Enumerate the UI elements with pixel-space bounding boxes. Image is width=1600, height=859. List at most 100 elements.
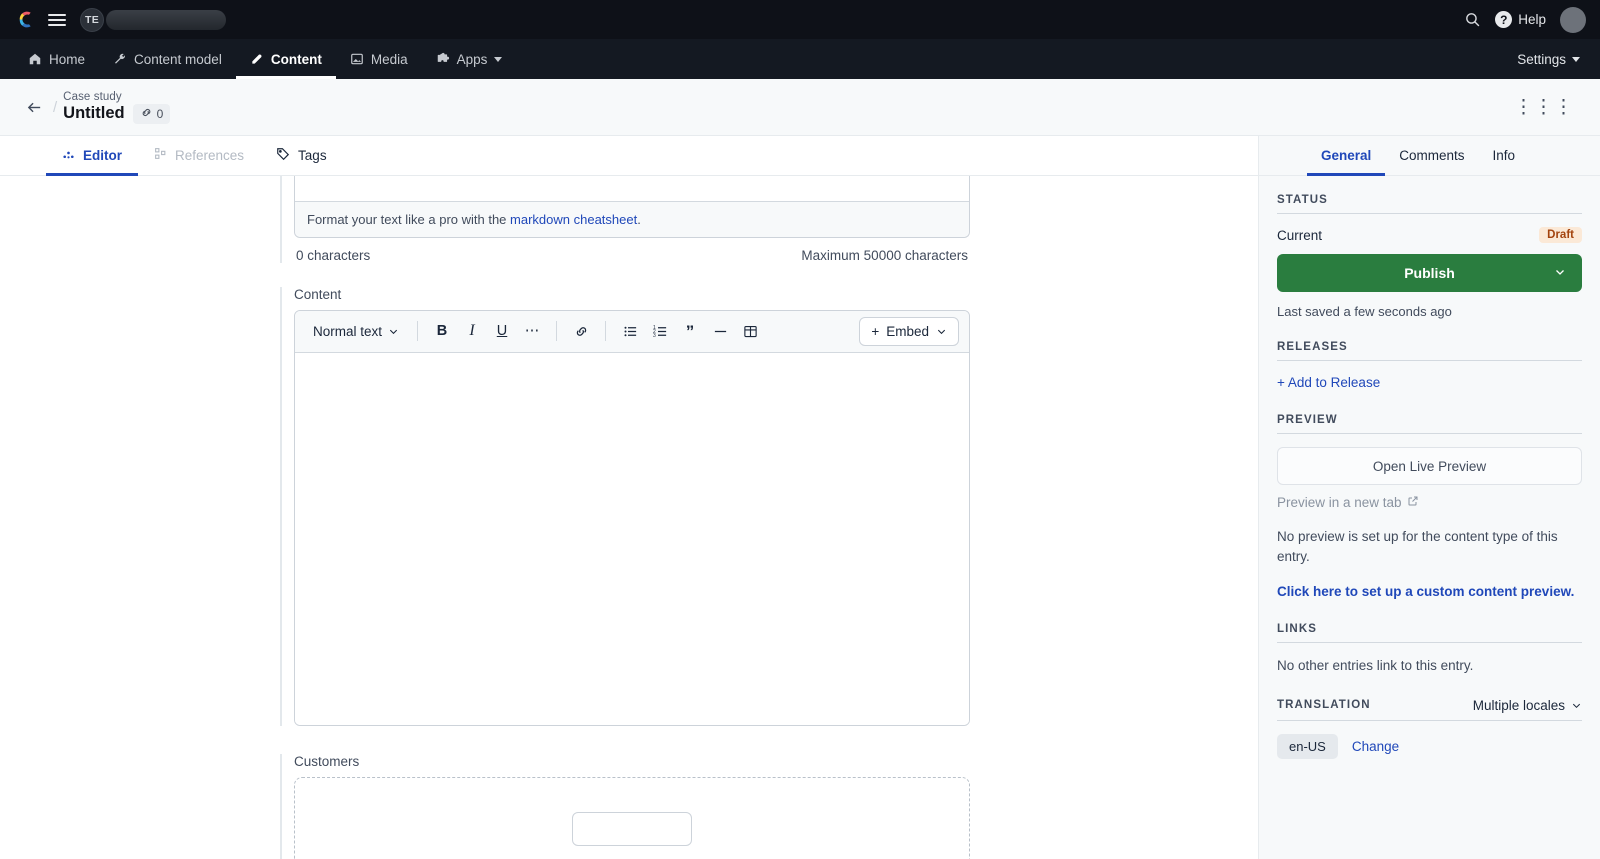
chevron-down-icon bbox=[1572, 703, 1581, 708]
tab-tags[interactable]: Tags bbox=[260, 136, 343, 175]
publish-button[interactable]: Publish bbox=[1277, 254, 1582, 292]
field-customers: Customers bbox=[270, 753, 970, 859]
workspace-name-pill[interactable] bbox=[106, 9, 226, 30]
tag-icon bbox=[276, 147, 290, 164]
text-style-select[interactable]: Normal text bbox=[305, 320, 407, 343]
nav-label: Content model bbox=[134, 51, 222, 67]
more-formats-button[interactable]: ⋯ bbox=[518, 317, 546, 345]
markdown-editor[interactable]: Format your text like a pro with the mar… bbox=[294, 175, 970, 238]
page-title: Untitled bbox=[63, 104, 125, 122]
releases-section-heading: RELEASES bbox=[1277, 341, 1582, 361]
bold-button[interactable]: B bbox=[428, 317, 456, 345]
entry-fields-scroll[interactable]: Format your text like a pro with the mar… bbox=[0, 175, 1258, 859]
editor-icon bbox=[62, 147, 75, 163]
help-label: Help bbox=[1518, 12, 1546, 27]
ordered-list-button[interactable]: 1 2 3 bbox=[646, 317, 674, 345]
main-editor-column: Editor References Tags Format your text … bbox=[0, 136, 1258, 859]
plus-icon: + bbox=[871, 323, 880, 339]
markdown-help-suffix: . bbox=[637, 211, 641, 227]
back-button[interactable] bbox=[20, 93, 49, 122]
rich-text-editor[interactable]: Normal text B I U ⋯ 1 2 3 ” + Embed bbox=[294, 309, 970, 726]
nav-item-content-model[interactable]: Content model bbox=[99, 39, 236, 79]
entry-title-row: Untitled 0 bbox=[63, 103, 171, 124]
status-badge: Draft bbox=[1539, 227, 1582, 243]
locales-select[interactable]: Multiple locales bbox=[1473, 698, 1582, 713]
chevron-down-icon bbox=[389, 329, 398, 334]
quote-button[interactable]: ” bbox=[676, 317, 704, 345]
nav-label: Home bbox=[49, 51, 86, 67]
nav-item-home[interactable]: Home bbox=[14, 39, 99, 79]
rich-text-canvas[interactable] bbox=[295, 352, 969, 725]
sidebar-tab-info[interactable]: Info bbox=[1479, 136, 1530, 175]
rich-text-toolbar: Normal text B I U ⋯ 1 2 3 ” + Embed bbox=[295, 310, 969, 353]
org-avatar[interactable]: TE bbox=[80, 7, 104, 32]
links-empty-text: No other entries link to this entry. bbox=[1277, 657, 1474, 673]
question-circle-icon: ? bbox=[1495, 11, 1513, 28]
table-button[interactable] bbox=[736, 317, 764, 345]
sidebar-tab-comments[interactable]: Comments bbox=[1385, 136, 1478, 175]
unordered-list-button[interactable] bbox=[616, 317, 644, 345]
links-badge[interactable]: 0 bbox=[132, 103, 171, 124]
preview-in-new-tab-link[interactable]: Preview in a new tab bbox=[1277, 495, 1419, 510]
translation-section-heading: TRANSLATION Multiple locales bbox=[1277, 698, 1582, 721]
markdown-cheatsheet-link[interactable]: markdown cheatsheet bbox=[510, 212, 637, 227]
tab-label: Tags bbox=[298, 147, 327, 163]
link-button[interactable] bbox=[567, 317, 595, 345]
markdown-help-prefix: Format your text like a pro with the bbox=[307, 211, 511, 227]
help-button[interactable]: ? Help bbox=[1495, 11, 1546, 28]
references-icon bbox=[154, 147, 167, 163]
image-icon bbox=[350, 52, 364, 66]
toolbar-divider bbox=[417, 321, 419, 342]
open-live-preview-label: Open Live Preview bbox=[1372, 458, 1487, 474]
underline-button[interactable]: U bbox=[488, 317, 516, 345]
svg-text:3: 3 bbox=[653, 333, 656, 339]
links-section-heading: LINKS bbox=[1277, 623, 1582, 643]
tab-references[interactable]: References bbox=[138, 136, 260, 175]
change-locale-link[interactable]: Change bbox=[1352, 739, 1399, 754]
open-live-preview-button[interactable]: Open Live Preview bbox=[1277, 447, 1582, 485]
locales-select-value: Multiple locales bbox=[1472, 697, 1565, 713]
ellipsis-icon[interactable]: ⋮⋮⋮ bbox=[1508, 96, 1580, 119]
chevron-down-icon[interactable] bbox=[1554, 265, 1566, 281]
nav-item-content[interactable]: Content bbox=[235, 39, 336, 79]
character-count: 0 characters bbox=[296, 247, 371, 263]
entry-sidebar: General Comments Info STATUS Current Dra… bbox=[1258, 136, 1600, 859]
nav-item-settings[interactable]: Settings bbox=[1511, 52, 1586, 67]
status-section-heading: STATUS bbox=[1277, 194, 1582, 214]
add-content-button[interactable] bbox=[572, 811, 692, 846]
avatar[interactable] bbox=[1560, 6, 1586, 33]
sidebar-tab-label: General bbox=[1321, 148, 1372, 163]
italic-button[interactable]: I bbox=[458, 317, 486, 345]
search-icon[interactable] bbox=[1464, 11, 1481, 28]
setup-content-preview-link[interactable]: Click here to set up a custom content pr… bbox=[1277, 584, 1574, 599]
content-icon bbox=[250, 52, 264, 66]
markdown-textarea[interactable] bbox=[295, 175, 969, 201]
field-label-customers: Customers bbox=[294, 753, 360, 769]
status-current-label: Current bbox=[1277, 227, 1323, 243]
add-to-release-link[interactable]: + Add to Release bbox=[1277, 375, 1380, 390]
nav-item-media[interactable]: Media bbox=[336, 39, 422, 79]
no-preview-text: No preview is set up for the content typ… bbox=[1277, 529, 1558, 565]
horizontal-rule-button[interactable] bbox=[706, 317, 734, 345]
toolbar-divider bbox=[556, 321, 558, 342]
breadcrumb: Case study Untitled 0 bbox=[63, 91, 171, 124]
sidebar-tab-general[interactable]: General bbox=[1307, 136, 1386, 176]
hamburger-icon[interactable] bbox=[48, 13, 66, 26]
contentful-logo[interactable] bbox=[14, 9, 36, 31]
links-count: 0 bbox=[156, 106, 164, 121]
customers-dropzone[interactable] bbox=[294, 776, 970, 859]
chevron-down-icon bbox=[1572, 56, 1580, 62]
embed-button[interactable]: + Embed bbox=[859, 316, 959, 346]
puzzle-icon bbox=[436, 52, 450, 66]
settings-label: Settings bbox=[1517, 51, 1566, 67]
nav-label: Media bbox=[370, 51, 408, 67]
last-saved-text: Last saved a few seconds ago bbox=[1277, 304, 1452, 319]
chevron-down-icon bbox=[937, 329, 946, 334]
tab-label: Editor bbox=[83, 147, 122, 163]
preview-in-new-tab-label: Preview in a new tab bbox=[1277, 495, 1402, 510]
nav-item-apps[interactable]: Apps bbox=[422, 39, 517, 79]
tab-editor[interactable]: Editor bbox=[46, 136, 138, 176]
locale-row: en-US Change bbox=[1277, 733, 1582, 759]
